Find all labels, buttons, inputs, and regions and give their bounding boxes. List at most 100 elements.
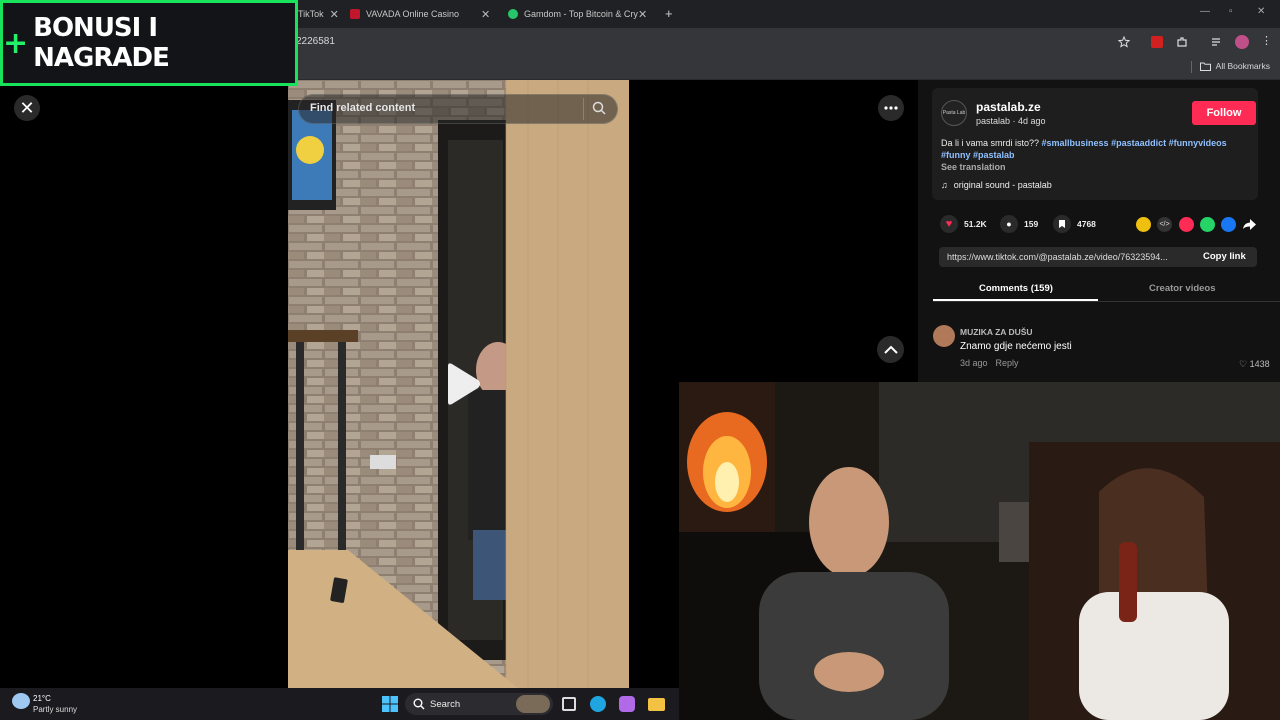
file-explorer-icon[interactable]	[648, 698, 665, 711]
search-icon[interactable]	[592, 101, 606, 115]
media-icon[interactable]	[1211, 37, 1223, 47]
active-tab-indicator	[933, 299, 1098, 301]
save-count: 4768	[1077, 219, 1096, 229]
folder-icon	[1199, 62, 1211, 71]
weather-temperature[interactable]: 21°C	[33, 694, 51, 703]
extension-icon[interactable]	[1151, 36, 1163, 48]
commenter-avatar[interactable]	[933, 325, 955, 347]
tab-comments[interactable]: Comments (159)	[979, 283, 1053, 294]
close-icon: ✕	[19, 97, 35, 118]
search-icon	[413, 698, 425, 710]
search-highlight-icon	[516, 695, 550, 713]
vavada-favicon-icon	[350, 9, 360, 19]
windows-start-icon[interactable]	[382, 696, 398, 712]
gamdom-favicon-icon	[508, 9, 518, 19]
close-window-icon[interactable]: ✕	[1257, 6, 1265, 17]
copy-link-button[interactable]: Copy link	[1203, 251, 1246, 262]
avatar-logo: Pasta Lab	[942, 110, 966, 116]
comment-like-count: 1438	[1249, 359, 1270, 369]
play-icon[interactable]	[442, 362, 482, 406]
heart-icon: ♥	[940, 215, 958, 233]
new-tab-button[interactable]: +	[665, 6, 673, 21]
chevron-up-icon	[883, 345, 898, 354]
star-icon[interactable]	[1118, 36, 1130, 48]
reply-button[interactable]: Reply	[996, 358, 1019, 368]
whatsapp-icon[interactable]	[1200, 217, 1215, 232]
hashtag-link[interactable]: #smallbusiness	[1042, 138, 1109, 148]
hashtag-link[interactable]: #funny	[941, 150, 971, 160]
tab-creator-videos[interactable]: Creator videos	[1149, 283, 1216, 294]
sound-link[interactable]: ♫ original sound - pastalab	[941, 180, 1052, 190]
post-time: 4d ago	[1018, 116, 1046, 126]
maximize-icon[interactable]: ▫	[1229, 6, 1233, 17]
hashtag-link[interactable]: #funnyvideos	[1169, 138, 1227, 148]
bonus-banner-text: BONUSI I NAGRADE	[33, 13, 170, 73]
bonus-banner: + BONUSI I NAGRADE	[0, 0, 298, 86]
sound-title: original sound - pastalab	[953, 180, 1052, 190]
tab-label: TikTok	[298, 9, 324, 19]
tab-divider	[933, 301, 1280, 302]
close-icon[interactable]: ✕	[638, 8, 647, 21]
post-caption: Da li i vama smrdi isto?? #smallbusiness…	[941, 137, 1251, 161]
like-count: 51.2K	[964, 219, 987, 229]
profile-avatar[interactable]	[1235, 35, 1249, 49]
hashtag-link[interactable]: #pastalab	[973, 150, 1015, 160]
weather-cloud-icon	[12, 693, 30, 709]
repost-icon[interactable]	[1136, 217, 1151, 232]
author-name[interactable]: pastalab.ze	[976, 100, 1041, 114]
follow-button[interactable]: Follow	[1192, 101, 1256, 125]
comment-meta: 3d ago Reply	[960, 358, 1019, 368]
save-button[interactable]: 4768	[1053, 215, 1096, 233]
bookmark-icon	[1053, 215, 1071, 233]
close-icon[interactable]: ✕	[330, 8, 338, 21]
tab-vavada[interactable]: VAVADA Online Casino ✕	[350, 4, 495, 24]
heart-outline-icon: ♡	[1239, 359, 1250, 369]
share-arrow-icon[interactable]	[1243, 219, 1256, 230]
author-avatar[interactable]: Pasta Lab	[941, 100, 967, 126]
close-viewer-button[interactable]: ✕	[14, 95, 40, 121]
comment-time: 3d ago	[960, 358, 988, 368]
comment-button[interactable]: ● 159	[1000, 215, 1038, 233]
comment-count: 159	[1024, 219, 1039, 229]
facebook-icon[interactable]	[1221, 217, 1236, 232]
see-translation-link[interactable]: See translation	[941, 162, 1006, 172]
author-handle: pastalab	[976, 116, 1011, 126]
weather-description: Partly sunny	[33, 705, 78, 714]
taskbar	[0, 688, 679, 720]
send-icon[interactable]	[1179, 217, 1194, 232]
webcam-overlay	[679, 382, 1280, 720]
all-bookmarks-button[interactable]: All Bookmarks	[1199, 61, 1270, 71]
menu-icon[interactable]: ⋮	[1261, 34, 1272, 47]
music-note-icon: ♫	[941, 180, 948, 190]
comment-icon: ●	[1000, 215, 1018, 233]
previous-video-button[interactable]	[877, 336, 904, 363]
taskbar-search-label: Search	[430, 699, 461, 710]
task-view-icon[interactable]	[562, 697, 576, 711]
author-meta: pastalab · 4d ago	[976, 116, 1046, 126]
url-text[interactable]: 2226581	[296, 36, 335, 47]
comment-text: Znamo gdje nećemo jesti	[960, 341, 1072, 352]
more-icon	[884, 106, 898, 110]
caption-text: Da li i vama smrdi isto??	[941, 138, 1042, 148]
share-link-url: https://www.tiktok.com/@pastalab.ze/vide…	[947, 252, 1168, 262]
separator: ·	[1010, 116, 1019, 126]
edge-icon[interactable]	[590, 696, 606, 712]
embed-icon[interactable]: </>	[1157, 217, 1172, 232]
puzzle-icon[interactable]	[1176, 36, 1188, 48]
like-button[interactable]: ♥ 51.2K	[940, 215, 987, 233]
webcam-scene	[679, 382, 1280, 720]
more-options-button[interactable]	[878, 95, 904, 121]
commenter-name[interactable]: MUZIKA ZA DUŠU	[960, 327, 1033, 337]
plus-icon: +	[3, 25, 28, 61]
tab-tiktok[interactable]: TikTok ✕	[298, 4, 338, 24]
close-icon[interactable]: ✕	[481, 8, 490, 21]
comment-like-button[interactable]: ♡ 1438	[1239, 359, 1270, 370]
tab-label: VAVADA Online Casino	[366, 9, 460, 19]
tab-label: Gamdom - Top Bitcoin & Crypto	[524, 9, 638, 19]
divider	[1191, 61, 1192, 73]
tab-gamdom[interactable]: Gamdom - Top Bitcoin & Crypto ✕	[508, 4, 654, 24]
copilot-icon[interactable]	[619, 696, 635, 712]
minimize-icon[interactable]: —	[1200, 6, 1210, 17]
hashtag-link[interactable]: #pastaaddict	[1111, 138, 1166, 148]
bookmarks-label: All Bookmarks	[1215, 61, 1270, 71]
